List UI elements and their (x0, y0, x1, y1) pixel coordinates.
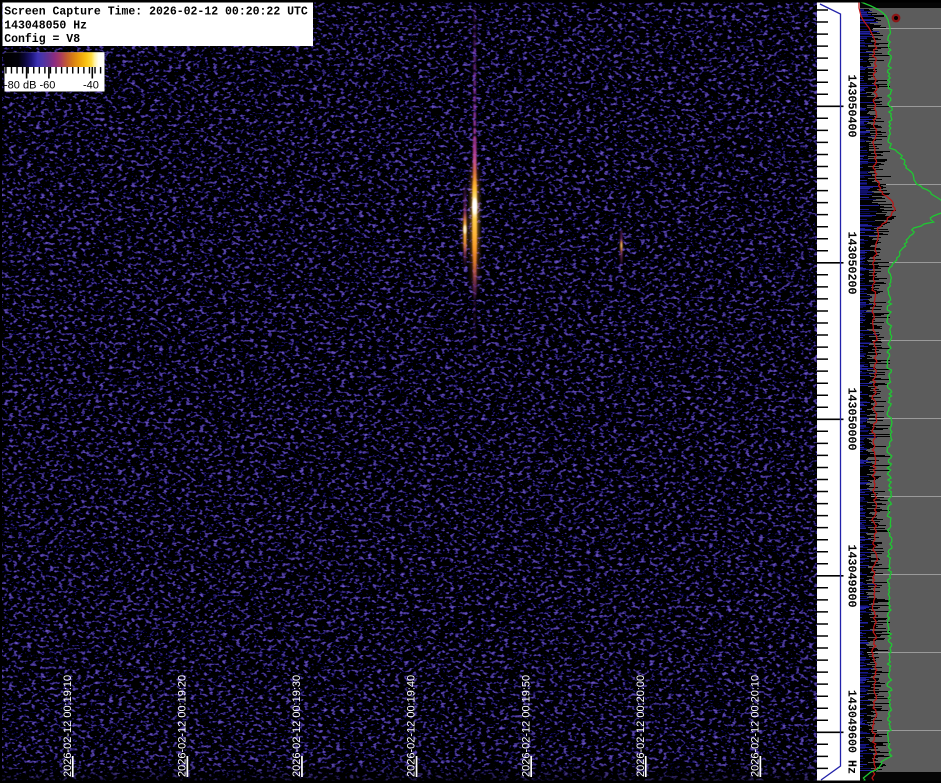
svg-text:143049800: 143049800 (844, 544, 858, 607)
svg-text:Screen Capture Time: 2026-02-1: Screen Capture Time: 2026-02-12 00:20:22… (4, 5, 308, 18)
svg-text:-60: -60 (40, 80, 56, 92)
svg-text:143050400: 143050400 (844, 74, 858, 137)
svg-text:143049600 Hz: 143049600 Hz (844, 690, 858, 774)
svg-text:-40: -40 (83, 80, 99, 92)
svg-text:143050200: 143050200 (844, 231, 858, 294)
svg-text:Config = V8: Config = V8 (4, 33, 80, 46)
svg-text:-80 dB: -80 dB (4, 80, 36, 92)
svg-text:143048050 Hz: 143048050 Hz (4, 19, 87, 32)
svg-text:143050000: 143050000 (844, 387, 858, 450)
